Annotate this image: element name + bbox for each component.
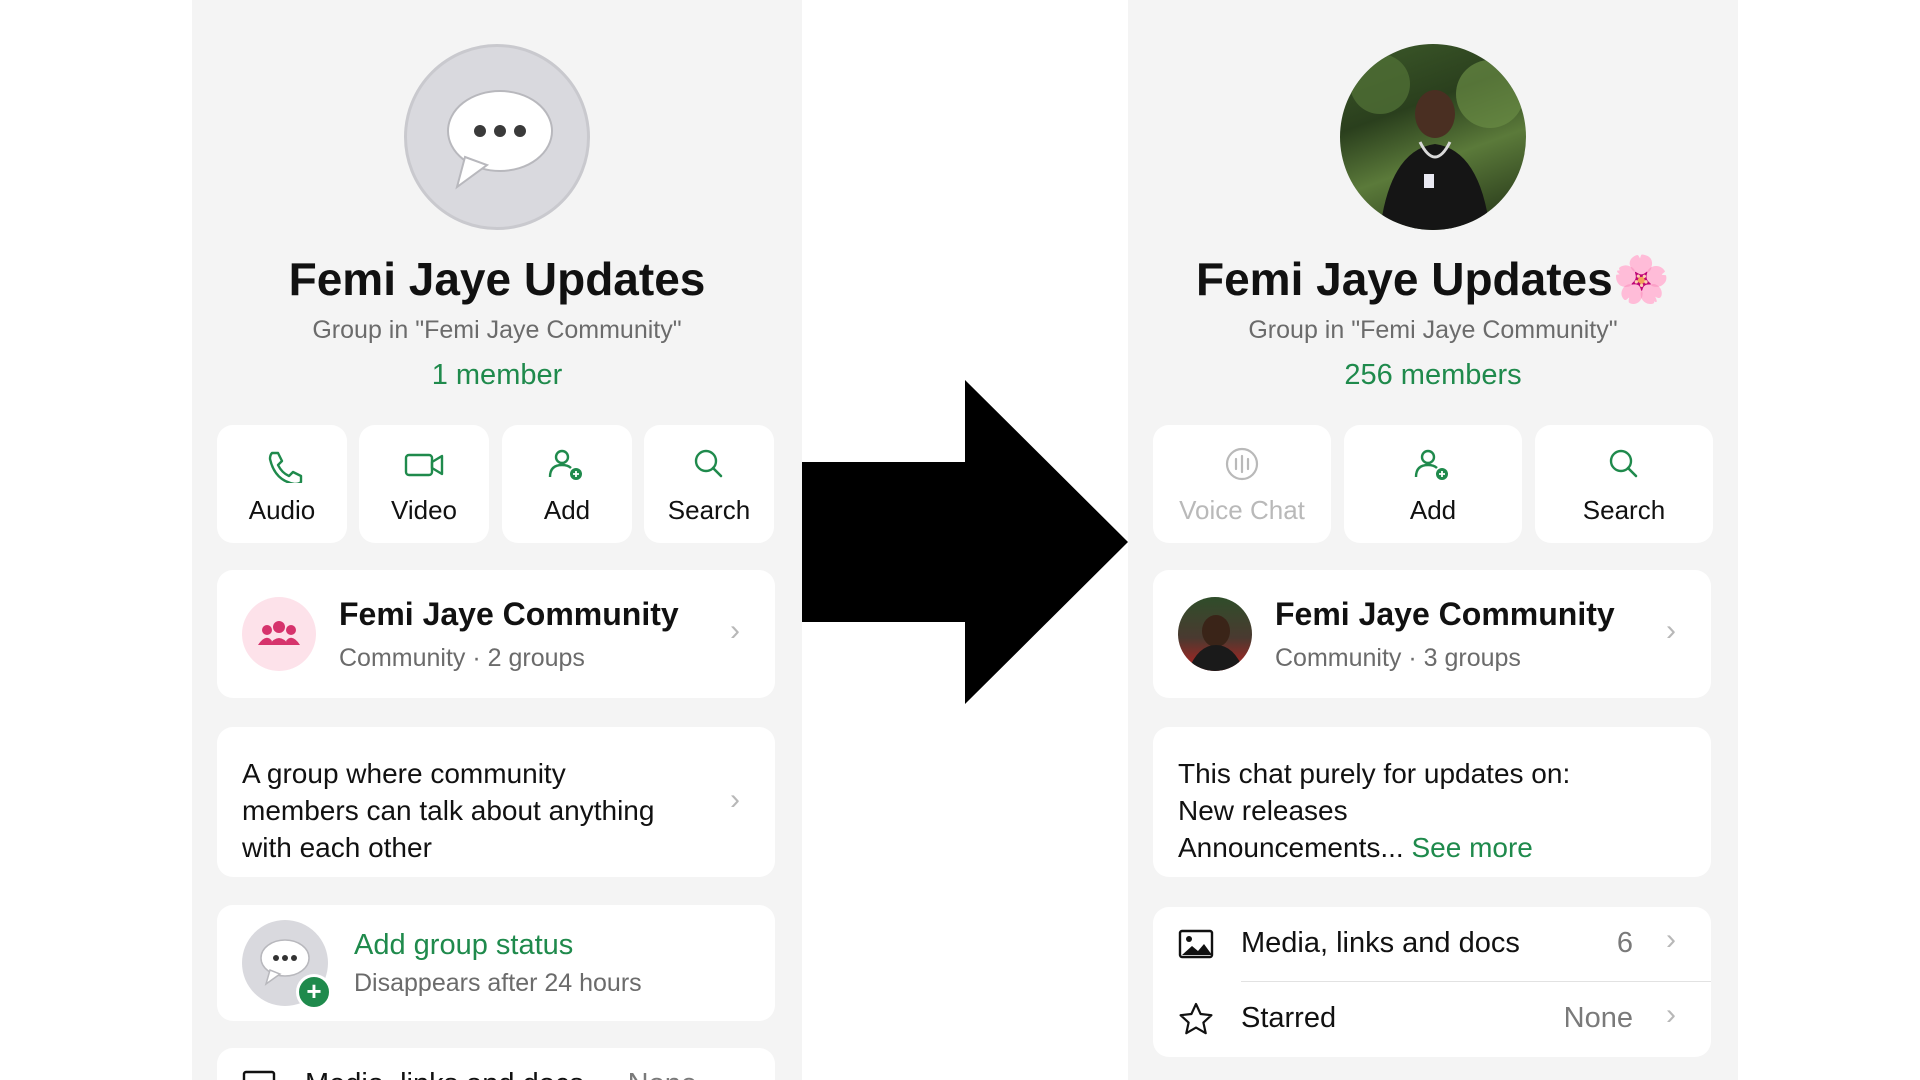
community-row[interactable]: Femi Jaye Community Community · 2 groups…: [217, 570, 775, 698]
add-person-icon: [1414, 449, 1448, 480]
voice-chat-button[interactable]: Voice Chat: [1153, 425, 1331, 543]
chevron-right-icon: ›: [1666, 614, 1676, 647]
media-label: Media, links and docs: [305, 1068, 584, 1080]
plus-icon: +: [296, 974, 332, 1010]
speech-bubble-icon: [447, 90, 553, 190]
add-label: Add: [1409, 495, 1457, 525]
group-avatar-placeholder[interactable]: [404, 44, 590, 230]
video-button[interactable]: Video: [359, 425, 489, 543]
member-count[interactable]: 256 members: [1128, 359, 1738, 392]
community-name: Femi Jaye Community: [339, 596, 679, 632]
search-icon: [694, 449, 723, 478]
chevron-right-icon: ›: [1666, 998, 1676, 1031]
image-icon: [242, 1070, 276, 1080]
group-description: A group where community members can talk…: [242, 758, 655, 863]
community-row[interactable]: Femi Jaye Community Community · 3 groups…: [1153, 570, 1711, 698]
description-row[interactable]: This chat purely for updates on: New rel…: [1153, 727, 1711, 877]
status-avatar: +: [242, 920, 332, 1010]
media-row[interactable]: Media, links and docs None: [217, 1048, 775, 1080]
group-info-before: Femi Jaye Updates Group in "Femi Jaye Co…: [192, 0, 802, 1080]
search-label: Search: [667, 495, 751, 525]
media-row[interactable]: Media, links and docs 6 ›: [1153, 907, 1711, 981]
add-group-status-label: Add group status: [354, 929, 574, 961]
community-avatar: [1178, 597, 1252, 671]
group-title: Femi Jaye Updates: [288, 253, 706, 305]
see-more-link[interactable]: See more: [1411, 832, 1532, 863]
community-icon: [242, 597, 316, 671]
add-person-icon: [548, 449, 582, 480]
voice-chat-label: Voice Chat: [1179, 495, 1305, 525]
phone-icon: [268, 451, 303, 483]
group-subtitle: Group in "Femi Jaye Community": [312, 316, 682, 344]
member-count[interactable]: 1 member: [192, 359, 802, 392]
search-icon: [1609, 449, 1638, 478]
search-button[interactable]: Search: [1535, 425, 1713, 543]
media-starred-card: Media, links and docs 6 › Starred None ›: [1153, 907, 1711, 1057]
add-label: Add: [543, 495, 591, 525]
community-meta: Community · 3 groups: [1275, 644, 1521, 672]
add-button[interactable]: Add: [1344, 425, 1522, 543]
description-row[interactable]: A group where community members can talk…: [217, 727, 775, 877]
star-icon: [1179, 1002, 1213, 1035]
community-meta: Community · 2 groups: [339, 644, 585, 672]
add-button[interactable]: Add: [502, 425, 632, 543]
group-subtitle: Group in "Femi Jaye Community": [1248, 316, 1618, 344]
video-label: Video: [390, 495, 458, 525]
search-label: Search: [1582, 495, 1666, 525]
arrow-right-icon: [802, 380, 1128, 704]
voice-chat-icon: [1225, 447, 1259, 481]
audio-button[interactable]: Audio: [217, 425, 347, 543]
search-button[interactable]: Search: [644, 425, 774, 543]
audio-label: Audio: [248, 495, 316, 525]
media-label: Media, links and docs: [1241, 927, 1520, 959]
starred-value: None: [1563, 1002, 1633, 1034]
media-count: 6: [1616, 927, 1633, 959]
video-icon: [404, 453, 444, 477]
chevron-right-icon: ›: [1666, 923, 1676, 956]
group-title: Femi Jaye Updates🌸: [1195, 253, 1671, 305]
add-group-status-row[interactable]: + Add group status Disappears after 24 h…: [217, 905, 775, 1021]
flower-emoji: 🌸: [1612, 253, 1671, 305]
group-avatar-photo[interactable]: [1340, 44, 1526, 230]
group-description: This chat purely for updates on: New rel…: [1178, 758, 1571, 863]
starred-row[interactable]: Starred None ›: [1153, 982, 1711, 1057]
image-icon: [1178, 929, 1214, 959]
status-hint: Disappears after 24 hours: [354, 969, 642, 997]
community-name: Femi Jaye Community: [1275, 596, 1615, 632]
starred-label: Starred: [1241, 1002, 1337, 1034]
media-count: None: [597, 1068, 697, 1080]
chevron-right-icon: ›: [730, 614, 740, 647]
chevron-right-icon: ›: [730, 783, 740, 816]
group-info-after: Femi Jaye Updates🌸 Group in "Femi Jaye C…: [1128, 0, 1738, 1080]
